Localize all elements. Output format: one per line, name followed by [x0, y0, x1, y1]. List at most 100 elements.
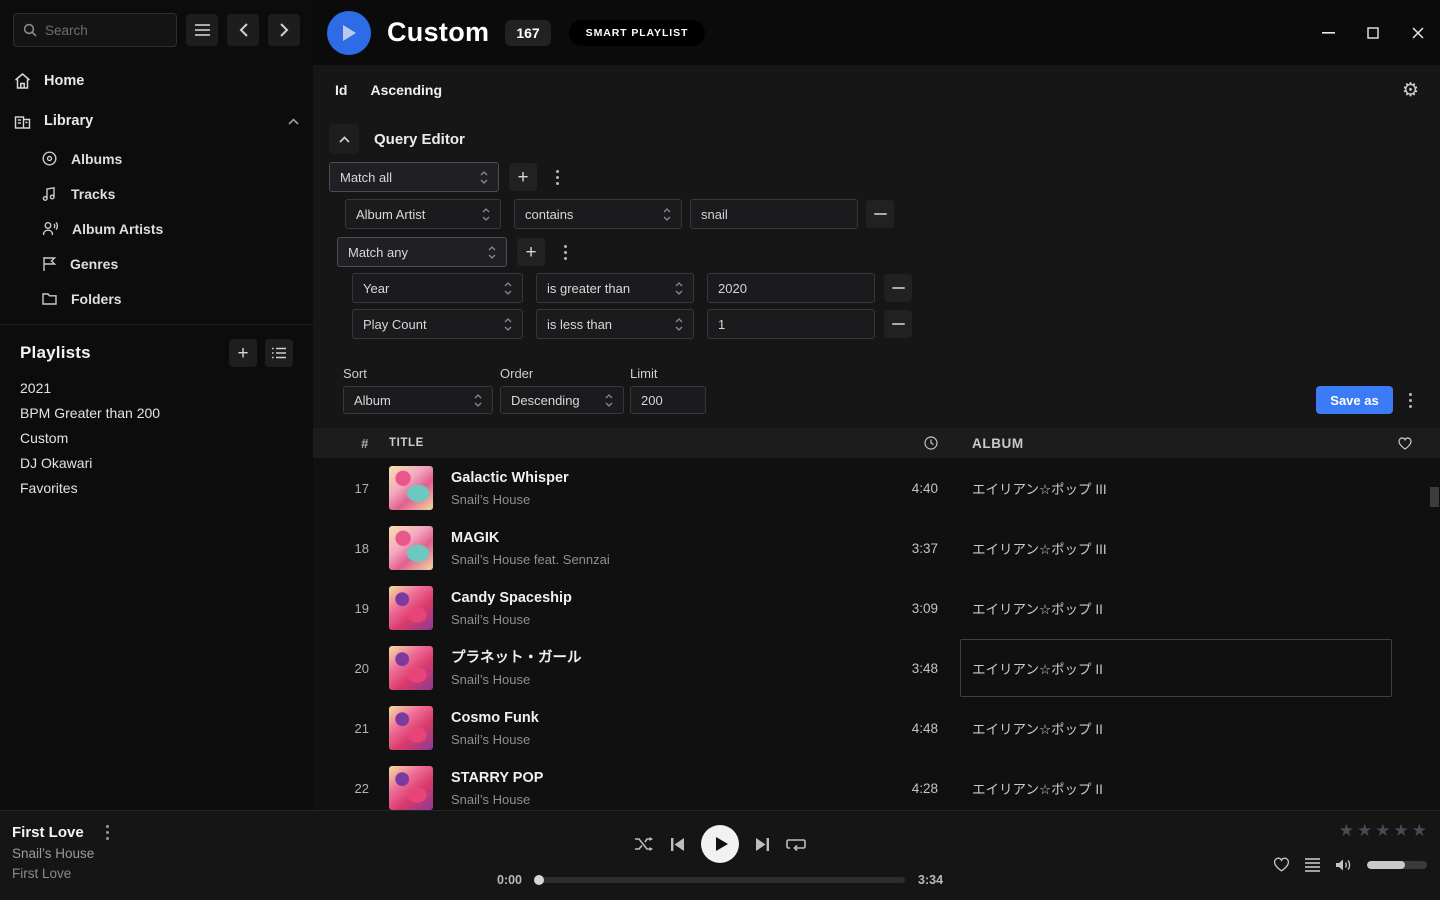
- table-row[interactable]: 17 Galactic Whisper Snail’s House 4:40 エ…: [313, 458, 1440, 518]
- match-type-select[interactable]: Match all: [329, 162, 499, 192]
- search-box[interactable]: [13, 13, 177, 47]
- track-artist: Snail’s House: [451, 672, 882, 687]
- star-icon[interactable]: ★: [1394, 821, 1409, 841]
- minimize-button[interactable]: [1321, 26, 1335, 40]
- sidebar-item-home[interactable]: Home: [0, 61, 313, 101]
- save-menu-button[interactable]: [1400, 386, 1420, 414]
- shuffle-button[interactable]: [634, 836, 654, 852]
- star-icon[interactable]: ★: [1357, 821, 1372, 841]
- favorite-button[interactable]: [1273, 857, 1290, 872]
- seek-bar[interactable]: [535, 877, 905, 883]
- star-icon[interactable]: ★: [1339, 821, 1354, 841]
- rule-value-input[interactable]: [690, 199, 858, 229]
- chevron-up-icon[interactable]: [288, 118, 299, 125]
- sort-select[interactable]: Album: [343, 386, 493, 414]
- rule-operator-select[interactable]: contains: [514, 199, 682, 229]
- track-artist: Snail’s House feat. Sennzai: [451, 552, 882, 567]
- add-rule-button[interactable]: +: [517, 238, 545, 266]
- limit-input[interactable]: [630, 386, 706, 414]
- rule-value-input[interactable]: [707, 273, 875, 303]
- star-rating[interactable]: ★★★★★: [1339, 821, 1427, 841]
- select-arrows-icon: [474, 394, 482, 407]
- maximize-button[interactable]: [1366, 26, 1380, 40]
- playlist-item[interactable]: Favorites: [0, 475, 313, 500]
- repeat-button[interactable]: [786, 837, 806, 852]
- match-type-select[interactable]: Match any: [337, 237, 507, 267]
- remove-rule-button[interactable]: [884, 274, 912, 302]
- table-row[interactable]: 22 STARRY POP Snail’s House 4:28 エイリアン☆ポ…: [313, 758, 1440, 810]
- add-playlist-button[interactable]: +: [229, 339, 257, 367]
- now-playing-menu-button[interactable]: [98, 825, 118, 841]
- order-select[interactable]: Descending: [500, 386, 624, 414]
- collapse-query-editor-button[interactable]: [329, 124, 359, 154]
- column-header-favorite[interactable]: [1392, 437, 1440, 450]
- track-table: # TITLE ALBUM 17: [313, 428, 1440, 810]
- menu-button[interactable]: [186, 14, 218, 46]
- rule-field-select[interactable]: Album Artist: [345, 199, 501, 229]
- track-album: エイリアン☆ポップ II: [972, 598, 1392, 618]
- table-row[interactable]: 20 プラネット・ガール Snail’s House 3:48 エイリアン☆ポッ…: [313, 638, 1440, 698]
- next-button[interactable]: [755, 837, 770, 852]
- sidebar-item-label: Tracks: [71, 186, 115, 202]
- group-menu-button[interactable]: [555, 238, 575, 266]
- track-title: Candy Spaceship: [451, 589, 882, 609]
- sidebar-item-albums[interactable]: Albums: [0, 141, 313, 176]
- sidebar-item-genres[interactable]: Genres: [0, 246, 313, 281]
- rule-operator-select[interactable]: is less than: [536, 309, 694, 339]
- playlist-item[interactable]: DJ Okawari: [0, 450, 313, 475]
- play-pause-button[interactable]: [701, 825, 739, 863]
- sort-field-label[interactable]: Id: [335, 82, 347, 98]
- track-title: STARRY POP: [451, 769, 882, 789]
- track-thumbnail: [389, 766, 433, 810]
- query-editor: Query Editor Match all + Album Artist: [313, 124, 1440, 414]
- sort-direction-label[interactable]: Ascending: [370, 82, 442, 98]
- sidebar-item-library[interactable]: Library: [0, 101, 313, 141]
- play-playlist-button[interactable]: [327, 11, 371, 55]
- settings-gear-icon[interactable]: ⚙: [1402, 81, 1419, 100]
- group-menu-button[interactable]: [547, 163, 567, 191]
- volume-slider[interactable]: [1367, 861, 1427, 869]
- playlist-item[interactable]: BPM Greater than 200: [0, 400, 313, 425]
- rule-value-input[interactable]: [707, 309, 875, 339]
- chevron-up-icon: [339, 136, 350, 143]
- save-as-button[interactable]: Save as: [1316, 386, 1393, 414]
- now-playing-artist: Snail’s House: [12, 846, 118, 861]
- sidebar-item-tracks[interactable]: Tracks: [0, 176, 313, 211]
- column-header-album[interactable]: ALBUM: [972, 436, 1392, 451]
- queue-button[interactable]: [1305, 858, 1320, 872]
- sidebar-item-label: Home: [44, 73, 84, 89]
- seek-knob[interactable]: [534, 875, 544, 885]
- scrollbar-thumb[interactable]: [1430, 487, 1439, 507]
- limit-label: Limit: [630, 366, 657, 381]
- star-icon[interactable]: ★: [1412, 821, 1427, 841]
- column-header-duration[interactable]: [882, 436, 938, 450]
- star-icon[interactable]: ★: [1375, 821, 1390, 841]
- sidebar-item-album-artists[interactable]: Album Artists: [0, 211, 313, 246]
- volume-button[interactable]: [1335, 858, 1352, 872]
- playlist-item[interactable]: Custom: [0, 425, 313, 450]
- sidebar-item-folders[interactable]: Folders: [0, 281, 313, 316]
- nav-back-button[interactable]: [227, 14, 259, 46]
- sidebar-item-label: Genres: [70, 256, 118, 272]
- select-arrows-icon: [504, 282, 512, 295]
- playlist-item[interactable]: 2021: [0, 375, 313, 400]
- playlist-list-button[interactable]: [265, 339, 293, 367]
- sort-toolbar: Id Ascending ⚙: [313, 65, 1440, 115]
- table-row[interactable]: 18 MAGIK Snail’s House feat. Sennzai 3:3…: [313, 518, 1440, 578]
- rule-field-select[interactable]: Play Count: [352, 309, 523, 339]
- remove-rule-button[interactable]: [866, 200, 894, 228]
- rule-field-select[interactable]: Year: [352, 273, 523, 303]
- table-row[interactable]: 19 Candy Spaceship Snail’s House 3:09 エイ…: [313, 578, 1440, 638]
- search-input[interactable]: [45, 23, 155, 38]
- track-album[interactable]: エイリアン☆ポップ II: [960, 639, 1392, 697]
- previous-button[interactable]: [670, 837, 685, 852]
- column-header-number[interactable]: #: [313, 436, 369, 451]
- add-rule-button[interactable]: +: [509, 163, 537, 191]
- table-row[interactable]: 21 Cosmo Funk Snail’s House 4:48 エイリアン☆ポ…: [313, 698, 1440, 758]
- column-header-title[interactable]: TITLE: [389, 437, 424, 449]
- close-button[interactable]: [1411, 26, 1425, 40]
- rule-operator-select[interactable]: is greater than: [536, 273, 694, 303]
- query-editor-title: Query Editor: [374, 131, 465, 148]
- remove-rule-button[interactable]: [884, 310, 912, 338]
- nav-forward-button[interactable]: [268, 14, 300, 46]
